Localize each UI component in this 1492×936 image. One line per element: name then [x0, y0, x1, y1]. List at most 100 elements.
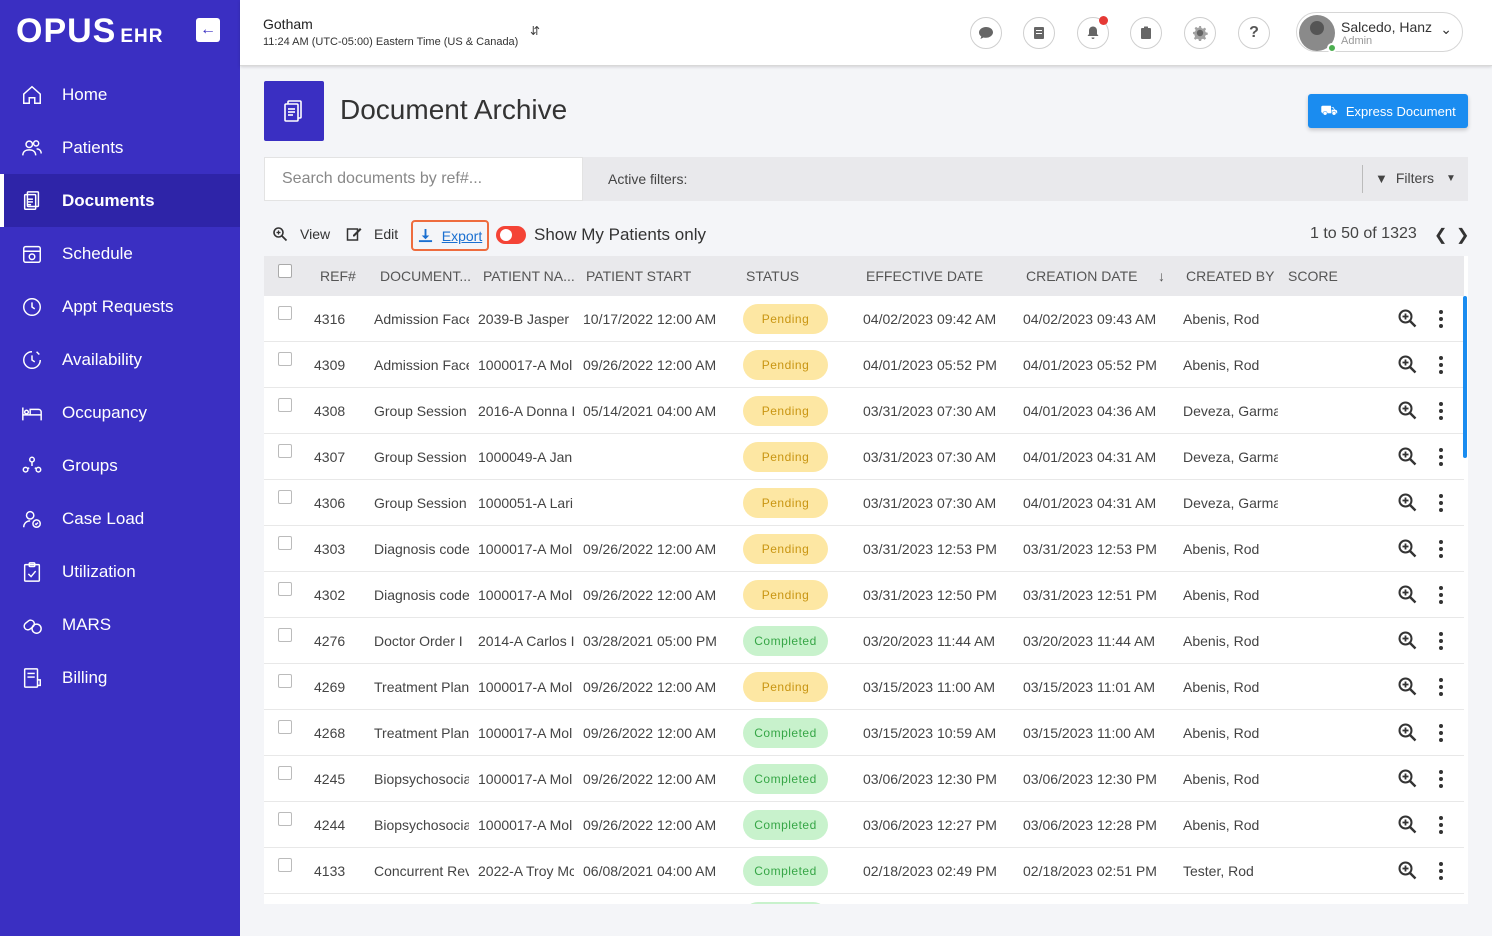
more-options-icon[interactable]: [1434, 538, 1448, 560]
sidebar-item-case-load[interactable]: Case Load: [0, 492, 240, 545]
view-document-icon[interactable]: [1397, 308, 1419, 330]
column-header[interactable]: CREATED BY: [1186, 268, 1274, 284]
collapse-sidebar-button[interactable]: ←: [196, 18, 220, 42]
table-row[interactable]: 4316 Admission Face 2039-B Jasper 10/17/202…: [264, 296, 1464, 342]
column-header[interactable]: STATUS: [746, 268, 799, 284]
help-icon[interactable]: ?: [1238, 17, 1270, 49]
table-row[interactable]: 4307 Group Session 1000049-A Jan Pending 03/…: [264, 434, 1464, 480]
sidebar-item-availability[interactable]: Availability: [0, 333, 240, 386]
table-row[interactable]: 4303 Diagnosis code 1000017-A Mol 09/26/202…: [264, 526, 1464, 572]
filters-button[interactable]: ▼ Filters ▼: [1375, 170, 1456, 186]
row-checkbox[interactable]: [278, 582, 292, 596]
more-options-icon[interactable]: [1434, 768, 1448, 790]
column-header[interactable]: PATIENT START: [586, 268, 691, 284]
settings-gear-icon[interactable]: [1184, 17, 1216, 49]
row-checkbox[interactable]: [278, 306, 292, 320]
previous-page-icon[interactable]: ❮: [1434, 225, 1447, 245]
column-header[interactable]: SCORE: [1288, 268, 1338, 284]
table-row[interactable]: 4309 Admission Face 1000017-A Mol 09/26/202…: [264, 342, 1464, 388]
search-input[interactable]: [264, 157, 583, 201]
view-document-icon[interactable]: [1397, 722, 1419, 744]
select-all-checkbox[interactable]: [278, 264, 292, 278]
view-document-icon[interactable]: [1397, 400, 1419, 422]
sidebar-item-mars[interactable]: MARS: [0, 598, 240, 651]
sidebar-item-utilization[interactable]: Utilization: [0, 545, 240, 598]
column-header[interactable]: EFFECTIVE DATE: [866, 268, 983, 284]
table-row[interactable]: 4244 Biopsychosocia 1000017-A Mol 09/26/202…: [264, 802, 1464, 848]
column-header[interactable]: REF#: [320, 268, 356, 284]
view-document-icon[interactable]: [1397, 860, 1419, 882]
notifications-bell-icon[interactable]: [1077, 16, 1109, 49]
table-row[interactable]: 4308 Group Session 2016-A Donna I 05/14/202…: [264, 388, 1464, 434]
table-row[interactable]: 4276 Doctor Order I 2014-A Carlos I 03/28/2…: [264, 618, 1464, 664]
table-row[interactable]: 4302 Diagnosis code 1000017-A Mol 09/26/202…: [264, 572, 1464, 618]
more-options-icon[interactable]: [1434, 446, 1448, 468]
more-options-icon[interactable]: [1434, 492, 1448, 514]
sidebar-item-groups[interactable]: Groups: [0, 439, 240, 492]
view-document-icon[interactable]: [1397, 584, 1419, 606]
app-logo[interactable]: OPUS EHR: [16, 12, 163, 51]
sidebar-item-documents[interactable]: Documents: [0, 174, 240, 227]
table-scrollbar[interactable]: [1463, 296, 1467, 458]
view-document-icon[interactable]: [1397, 676, 1419, 698]
sort-arrow-icon[interactable]: ↓: [1158, 268, 1165, 284]
express-document-button[interactable]: ⛟ Express Document: [1308, 94, 1468, 128]
user-menu[interactable]: Salcedo, Hanz Admin ⌄: [1296, 12, 1463, 53]
column-header[interactable]: PATIENT NA...: [483, 268, 575, 284]
more-options-icon[interactable]: [1434, 400, 1448, 422]
view-button[interactable]: View: [272, 226, 330, 242]
export-button[interactable]: Export: [411, 220, 489, 251]
notes-icon[interactable]: [1023, 17, 1055, 49]
more-options-icon[interactable]: [1434, 722, 1448, 744]
org-switch-icon[interactable]: ⇵: [530, 24, 540, 38]
row-checkbox[interactable]: [278, 720, 292, 734]
view-document-icon[interactable]: [1397, 814, 1419, 836]
view-document-icon[interactable]: [1397, 354, 1419, 376]
row-checkbox[interactable]: [278, 398, 292, 412]
edit-button[interactable]: Edit: [346, 226, 398, 242]
more-options-icon[interactable]: [1434, 814, 1448, 836]
row-checkbox[interactable]: [278, 444, 292, 458]
next-page-icon[interactable]: ❯: [1456, 225, 1469, 245]
created-by-cell: Deveza, Garma: [1183, 403, 1278, 419]
more-options-icon[interactable]: [1434, 630, 1448, 652]
view-document-icon[interactable]: [1397, 538, 1419, 560]
more-options-icon[interactable]: [1434, 584, 1448, 606]
org-name[interactable]: Gotham: [263, 16, 313, 32]
table-row[interactable]: 4269 Treatment Plan 1000017-A Mol 09/26/202…: [264, 664, 1464, 710]
view-document-icon[interactable]: [1397, 630, 1419, 652]
row-checkbox[interactable]: [278, 628, 292, 642]
row-checkbox[interactable]: [278, 812, 292, 826]
clipboard-icon[interactable]: [1130, 17, 1162, 49]
column-header[interactable]: DOCUMENT...: [380, 268, 471, 284]
more-options-icon[interactable]: [1434, 308, 1448, 330]
view-document-icon[interactable]: [1397, 446, 1419, 468]
view-document-icon[interactable]: [1397, 768, 1419, 790]
sidebar-item-appt-requests[interactable]: Appt Requests: [0, 280, 240, 333]
table-row[interactable]: Completed: [264, 894, 1464, 904]
my-patients-toggle[interactable]: [496, 226, 526, 244]
view-document-icon[interactable]: [1397, 492, 1419, 514]
sidebar-item-occupancy[interactable]: Occupancy: [0, 386, 240, 439]
sidebar-item-home[interactable]: Home: [0, 68, 240, 121]
row-checkbox[interactable]: [278, 766, 292, 780]
row-checkbox[interactable]: [278, 674, 292, 688]
sidebar-item-label: Case Load: [62, 508, 145, 528]
row-checkbox[interactable]: [278, 352, 292, 366]
table-row[interactable]: 4268 Treatment Plan 1000017-A Mol 09/26/202…: [264, 710, 1464, 756]
more-options-icon[interactable]: [1434, 676, 1448, 698]
row-checkbox[interactable]: [278, 490, 292, 504]
chat-icon[interactable]: [970, 17, 1002, 49]
row-checkbox[interactable]: [278, 536, 292, 550]
table-row[interactable]: 4245 Biopsychosocia 1000017-A Mol 09/26/202…: [264, 756, 1464, 802]
table-row[interactable]: 4133 Concurrent Rev 2022-A Troy Mc 06/08/20…: [264, 848, 1464, 894]
row-checkbox[interactable]: [278, 858, 292, 872]
sidebar-item-billing[interactable]: Billing: [0, 651, 240, 704]
more-options-icon[interactable]: [1434, 860, 1448, 882]
table-row[interactable]: 4306 Group Session 1000051-A Lari Pending 03…: [264, 480, 1464, 526]
sidebar-item-patients[interactable]: Patients: [0, 121, 240, 174]
sidebar-item-schedule[interactable]: Schedule: [0, 227, 240, 280]
patient-cell: 1000017-A Mol: [478, 357, 573, 373]
column-header[interactable]: CREATION DATE: [1026, 268, 1138, 284]
more-options-icon[interactable]: [1434, 354, 1448, 376]
